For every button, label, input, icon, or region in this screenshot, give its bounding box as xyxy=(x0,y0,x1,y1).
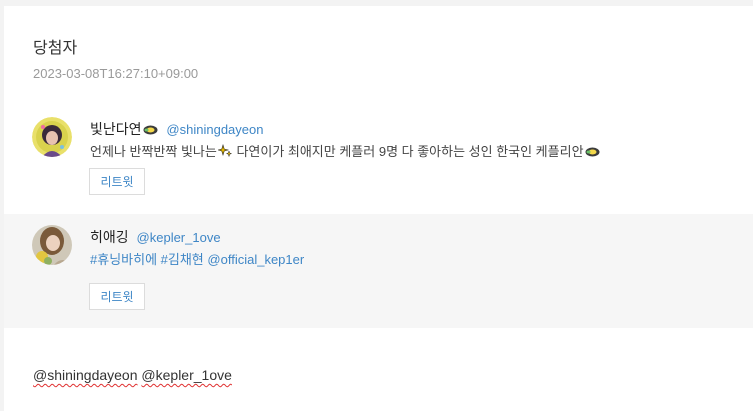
timestamp: 2023-03-08T16:27:10+09:00 xyxy=(33,66,199,81)
tweet-text-part: 다연이가 최애지만 케플러 9명 다 좋아하는 성인 한국인 케플리안 xyxy=(232,144,584,159)
footer-mention: @shiningdayeon xyxy=(33,367,138,383)
sparkle-emoji-icon xyxy=(143,123,158,139)
tweet-text: #휴닝바히에 #김채현 @official_kep1er xyxy=(90,249,304,268)
page-title: 당첨자 xyxy=(33,40,78,57)
retweet-button[interactable]: 리트윗 xyxy=(89,283,145,310)
winner-panel: 당첨자 2023-03-08T16:27:10+09:00 빛난다연 @shin… xyxy=(4,6,753,411)
tweet-text-part: 언제나 반짝반짝 빛나는 xyxy=(90,144,217,159)
avatar[interactable] xyxy=(32,225,72,265)
sparkle-emoji-icon xyxy=(585,146,600,161)
footer-mention: @kepler_1ove xyxy=(141,367,232,383)
retweet-button[interactable]: 리트윗 xyxy=(89,168,145,195)
author-handle[interactable]: @shiningdayeon xyxy=(166,122,263,137)
hashtag[interactable]: #김채현 xyxy=(161,252,204,267)
author-line: 빛난다연 @shiningdayeon xyxy=(90,119,263,139)
hashtag[interactable]: #휴닝바히에 xyxy=(90,252,157,267)
tweet-text: 언제나 반짝반짝 빛나는 다연이가 최애지만 케플러 9명 다 좋아하는 성인 … xyxy=(90,141,601,161)
avatar[interactable] xyxy=(32,117,72,157)
winner-entry: 히애깅 @kepler_1ove #휴닝바히에 #김채현 @official_k… xyxy=(4,214,753,328)
mention-link[interactable]: @official_kep1er xyxy=(207,252,304,267)
author-name: 히애깅 xyxy=(90,229,129,245)
author-line: 히애깅 @kepler_1ove xyxy=(90,227,221,247)
sparkles-emoji-icon xyxy=(216,143,233,161)
author-handle[interactable]: @kepler_1ove xyxy=(137,230,221,245)
author-name: 빛난다연 xyxy=(90,121,142,137)
winner-entry: 빛난다연 @shiningdayeon 언제나 반짝반짝 빛나는 다연이가 최애… xyxy=(4,106,753,214)
winner-mentions: @shiningdayeon @kepler_1ove xyxy=(33,367,232,383)
